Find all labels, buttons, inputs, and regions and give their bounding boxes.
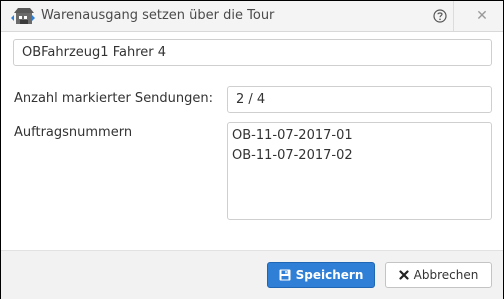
floppy-disk-icon: [279, 269, 291, 281]
cancel-button-label: Abbrechen: [413, 268, 479, 282]
warenausgang-dialog: Warenausgang setzen über die Tour ✕ Anza…: [0, 0, 504, 299]
save-button-label: Speichern: [295, 268, 364, 282]
save-button[interactable]: Speichern: [267, 262, 375, 288]
vehicle-driver-field[interactable]: [13, 39, 492, 66]
marked-count-field[interactable]: [227, 86, 492, 113]
titlebar-separator: [453, 1, 454, 31]
marked-count-label: Anzahl markierter Sendungen:: [14, 91, 214, 106]
cancel-button[interactable]: Abbrechen: [385, 262, 492, 288]
close-icon[interactable]: ✕: [473, 7, 491, 25]
order-numbers-label: Auftragsnummern: [14, 125, 133, 140]
dialog-titlebar[interactable]: Warenausgang setzen über die Tour ✕: [1, 1, 503, 32]
order-numbers-textarea[interactable]: OB-11-07-2017-01 OB-11-07-2017-02: [227, 122, 492, 220]
forklift-warehouse-icon: [10, 7, 36, 25]
dialog-footer: Speichern Abbrechen: [1, 250, 503, 299]
question-circle-icon[interactable]: [433, 8, 447, 23]
x-mark-icon: [399, 270, 409, 280]
dialog-title: Warenausgang setzen über die Tour: [41, 8, 275, 23]
